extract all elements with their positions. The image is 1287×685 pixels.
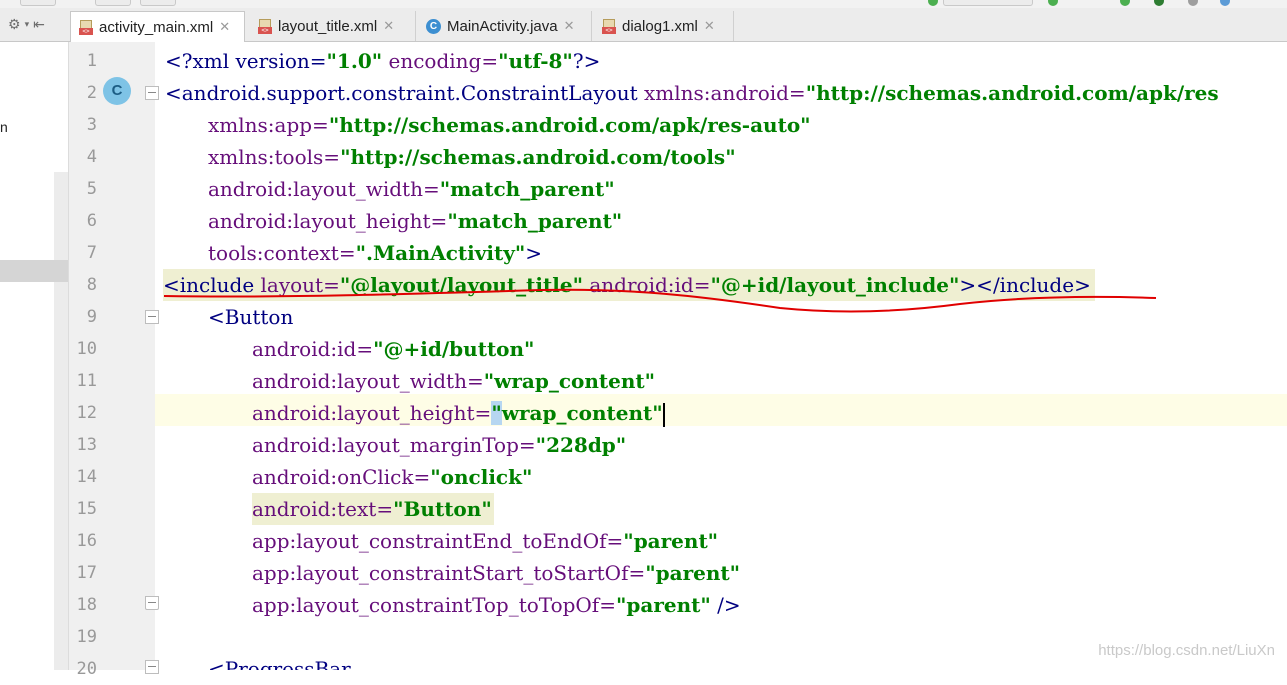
tab-label: dialog1.xml (622, 17, 698, 35)
tab-main-activity[interactable]: C MainActivity.java ✕ (418, 11, 592, 41)
code-line-15[interactable]: android:text="Button" (252, 493, 494, 525)
project-scrollbar[interactable] (54, 172, 68, 670)
editor-tab-bar: ⚙ ▾ ⇤ <> activity_main.xml ✕ <> layout_t… (0, 8, 1287, 42)
line-number[interactable]: 6 (69, 205, 97, 237)
java-class-icon: C (426, 18, 441, 34)
line-number[interactable]: 17 (69, 557, 97, 589)
code-line-2[interactable]: <android.support.constraint.ConstraintLa… (165, 77, 1219, 109)
code-line-11[interactable]: android:layout_width="wrap_content" (252, 365, 655, 397)
project-panel: n (0, 42, 69, 670)
code-line-14[interactable]: android:onClick="onclick" (252, 461, 532, 493)
line-number[interactable]: 14 (69, 461, 97, 493)
code-line-5[interactable]: android:layout_width="match_parent" (208, 173, 615, 205)
line-number[interactable]: 16 (69, 525, 97, 557)
chevron-down-icon[interactable]: ▾ (25, 19, 30, 30)
line-number[interactable]: 9 (69, 301, 97, 333)
close-icon[interactable]: ✕ (564, 18, 575, 34)
build-icon[interactable] (928, 0, 938, 6)
line-number[interactable]: 18 (69, 589, 97, 621)
tab-label: activity_main.xml (99, 18, 214, 36)
tab-label: layout_title.xml (278, 17, 378, 35)
code-line-16[interactable]: app:layout_constraintEnd_toEndOf="parent… (252, 525, 718, 557)
line-number[interactable]: 12 (69, 397, 97, 429)
code-line-6[interactable]: android:layout_height="match_parent" (208, 205, 622, 237)
line-number[interactable]: 7 (69, 237, 97, 269)
line-number[interactable]: 8 (69, 269, 97, 301)
line-number[interactable]: 10 (69, 333, 97, 365)
line-number[interactable]: 5 (69, 173, 97, 205)
class-badge-icon[interactable]: C (103, 77, 131, 105)
close-icon[interactable]: ✕ (704, 18, 715, 34)
line-number[interactable]: 19 (69, 621, 97, 653)
code-line-4[interactable]: xmlns:tools="http://schemas.android.com/… (208, 141, 736, 173)
line-number[interactable]: 15 (69, 493, 97, 525)
code-line-20[interactable]: <ProgressBar (208, 653, 351, 670)
close-icon[interactable]: ✕ (219, 19, 230, 35)
code-editor[interactable]: <?xml version="1.0" encoding="utf-8"?> <… (155, 42, 1287, 670)
debug-icon[interactable] (1120, 0, 1130, 6)
code-line-17[interactable]: app:layout_constraintStart_toStartOf="pa… (252, 557, 740, 589)
tab-label: MainActivity.java (447, 17, 558, 35)
line-number[interactable]: 3 (69, 109, 97, 141)
run-icon[interactable] (1048, 0, 1058, 6)
close-icon[interactable]: ✕ (383, 18, 394, 34)
red-underline-annotation (163, 288, 1157, 313)
line-number[interactable]: 4 (69, 141, 97, 173)
toolbar-tab-fragment[interactable] (140, 0, 176, 6)
code-line-12[interactable]: android:layout_height="wrap_content" (252, 397, 665, 429)
code-line-18[interactable]: app:layout_constraintTop_toTopOf="parent… (252, 589, 741, 621)
tab-layout-title[interactable]: <> layout_title.xml ✕ (250, 11, 416, 41)
xml-file-icon: <> (79, 19, 93, 35)
tab-activity-main[interactable]: <> activity_main.xml ✕ (70, 11, 245, 42)
line-number[interactable]: 13 (69, 429, 97, 461)
project-selected-row[interactable] (0, 260, 68, 282)
code-line-10[interactable]: android:id="@+id/button" (252, 333, 534, 365)
gear-icon[interactable]: ⚙ (8, 16, 21, 33)
toolbar-remnant (0, 0, 1287, 8)
code-line-7[interactable]: tools:context=".MainActivity"> (208, 237, 542, 269)
xml-file-icon: <> (602, 18, 616, 34)
project-tree-fragment[interactable]: n (0, 119, 8, 135)
toolbar-tab-fragment[interactable] (95, 0, 131, 6)
code-line-13[interactable]: android:layout_marginTop="228dp" (252, 429, 626, 461)
run-config-selector[interactable] (943, 0, 1033, 6)
line-number[interactable]: 11 (69, 365, 97, 397)
stop-icon[interactable] (1188, 0, 1198, 6)
profile-icon[interactable] (1154, 0, 1164, 6)
xml-file-icon: <> (258, 18, 272, 34)
toolbar-tab-fragment[interactable] (20, 0, 56, 6)
watermark: https://blog.csdn.net/LiuXn (1098, 642, 1275, 659)
project-panel-controls: ⚙ ▾ ⇤ (0, 8, 68, 41)
line-number[interactable]: 2 (69, 77, 97, 109)
line-number[interactable]: 20 (69, 653, 97, 685)
line-number[interactable]: 1 (69, 45, 97, 77)
code-line-3[interactable]: xmlns:app="http://schemas.android.com/ap… (208, 109, 811, 141)
collapse-icon[interactable]: ⇤ (33, 16, 45, 33)
tab-dialog1[interactable]: <> dialog1.xml ✕ (594, 11, 734, 41)
sync-icon[interactable] (1220, 0, 1230, 6)
text-cursor (662, 402, 665, 427)
code-line-1[interactable]: <?xml version="1.0" encoding="utf-8"?> (165, 45, 600, 77)
